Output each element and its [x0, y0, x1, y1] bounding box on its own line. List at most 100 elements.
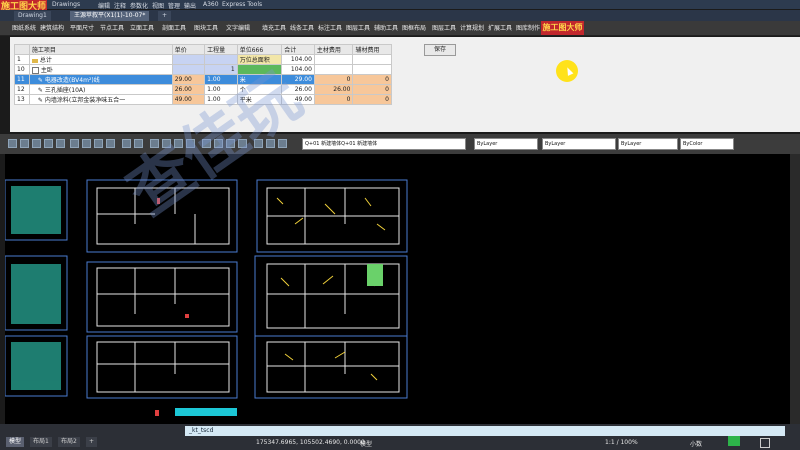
expand-icon[interactable] — [31, 67, 39, 74]
plugin-menu-line-tools[interactable]: 线条工具 — [290, 24, 314, 33]
match-properties-icon[interactable] — [106, 139, 115, 148]
header-price[interactable]: 单价 — [171, 44, 206, 55]
aux-material-cell[interactable]: 0 — [352, 84, 392, 95]
coordinate-readout: 175347.6965, 105502.4690, 0.0000 — [256, 439, 365, 446]
row-number: 1 — [14, 54, 30, 65]
menu-item-output[interactable]: 输出 — [184, 1, 196, 10]
main-material-cell[interactable] — [313, 54, 354, 65]
menu-item-manage[interactable]: 管理 — [168, 1, 180, 10]
quantity-cell[interactable] — [204, 54, 238, 65]
pencil-icon: ✎ — [37, 87, 43, 94]
plugin-menu-drawing-system[interactable]: 图纸系统 — [12, 24, 36, 33]
annotation-scale[interactable]: 1:1 / 100% — [605, 439, 638, 446]
print-icon[interactable] — [44, 139, 53, 148]
save-icon[interactable] — [32, 139, 41, 148]
command-text: _kt_tscd — [189, 427, 214, 434]
plugin-menu-aux-tools[interactable]: 辅助工具 — [374, 24, 398, 33]
price-cell[interactable] — [171, 64, 206, 75]
main-material-cell[interactable]: 0 — [313, 94, 354, 105]
plugin-menu-section-tools[interactable]: 剖面工具 — [162, 24, 186, 33]
plugin-menu-text-edit[interactable]: 文字编辑 — [226, 24, 250, 33]
table-row[interactable]: 10 主卧 1 104.00 — [14, 64, 392, 75]
open-icon[interactable] — [20, 139, 29, 148]
paste-icon[interactable] — [94, 139, 103, 148]
tab-add-layout[interactable]: + — [86, 437, 98, 447]
plugin-menu-extend-tools[interactable]: 扩展工具 — [488, 24, 512, 33]
header-main-material[interactable]: 主材费用 — [313, 44, 354, 55]
row-number: 13 — [14, 94, 30, 105]
menu-item-a360[interactable]: A360 — [203, 1, 219, 8]
total-cell: 104.00 — [281, 54, 315, 65]
plot-style-dropdown[interactable]: ByColor — [680, 138, 734, 150]
sync-status-icon[interactable] — [728, 436, 740, 446]
plugin-menu-frame-layout[interactable]: 图框布局 — [402, 24, 426, 33]
row-number: 10 — [14, 64, 30, 75]
plugin-menu-elevation-tools[interactable]: 立面工具 — [130, 24, 154, 33]
plugin-menu-building-structure[interactable]: 建筑结构 — [40, 24, 64, 33]
header-row-number — [14, 44, 30, 55]
pencil-icon: ✎ — [37, 97, 43, 104]
aux-material-cell[interactable] — [352, 54, 392, 65]
plugin-menu-plan-dimension[interactable]: 平面尺寸 — [70, 24, 94, 33]
aux-material-cell[interactable]: 0 — [352, 74, 392, 85]
header-quantity[interactable]: 工程量 — [204, 44, 238, 55]
save-button[interactable]: 保存 — [424, 44, 456, 56]
main-material-cell[interactable] — [313, 64, 354, 75]
price-cell[interactable]: 29.00 — [171, 74, 206, 85]
plugin-menu-layer-tools-1[interactable]: 图层工具 — [346, 24, 370, 33]
copy-icon[interactable] — [82, 139, 91, 148]
vertical-scrollbar[interactable] — [790, 154, 800, 424]
tab-drawing1[interactable]: Drawing1 — [14, 11, 51, 21]
tab-layout2[interactable]: 布局2 — [58, 437, 80, 447]
menu-item-view[interactable]: 视图 — [152, 1, 164, 10]
header-total[interactable]: 合计 — [281, 44, 315, 55]
table-row-selected[interactable]: 11 ✎ 电器改造(BV4m²)线 29.00 1.00 米 29.00 0 0 — [14, 74, 392, 85]
drawing-canvas[interactable]: 查佳玩 — [5, 60, 790, 424]
plugin-menu-layer-tools-2[interactable]: 图层工具 — [432, 24, 456, 33]
plugin-menu-node-tools[interactable]: 节点工具 — [100, 24, 124, 33]
lineweight-dropdown[interactable]: ByLayer — [618, 138, 678, 150]
row-number: 11 — [14, 74, 30, 85]
tab-model[interactable]: 模型 — [6, 437, 25, 447]
price-cell[interactable] — [171, 54, 206, 65]
header-aux-material[interactable]: 辅材费用 — [352, 44, 392, 55]
linetype-dropdown[interactable]: ByLayer — [542, 138, 616, 150]
table-row[interactable]: 1 总计 万位总面积 104.00 — [14, 54, 392, 65]
menu-item-edit[interactable]: 编辑 — [98, 1, 110, 10]
menu-item-parametric[interactable]: 参数化 — [130, 1, 148, 10]
preview-icon[interactable] — [56, 139, 65, 148]
cut-icon[interactable] — [70, 139, 79, 148]
menu-item-annotate[interactable]: 注释 — [114, 1, 126, 10]
folder-icon — [31, 58, 38, 63]
plugin-menu-calc-plan[interactable]: 计算规划 — [460, 24, 484, 33]
units-label[interactable]: 小数 — [690, 439, 702, 448]
tab-current-drawing[interactable]: 王源苹叙平(X1(1)-10-07* — [70, 11, 150, 21]
menu-item-express-tools[interactable]: Express Tools — [222, 1, 262, 8]
aux-material-cell[interactable]: 0 — [352, 94, 392, 105]
brand-button[interactable]: 施工图大师 — [541, 21, 584, 35]
layer-dropdown[interactable]: Q+01 新建墙体Q+01 新建墙体 — [302, 138, 466, 150]
model-space-label[interactable]: 模型 — [360, 439, 372, 448]
main-material-cell[interactable]: 0 — [313, 74, 354, 85]
plugin-menu-block-tools[interactable]: 图块工具 — [194, 24, 218, 33]
main-material-cell[interactable]: 26.00 — [313, 84, 354, 95]
new-icon[interactable] — [8, 139, 17, 148]
table-header-row: 施工项目 单价 工程量 单位666 合计 主材费用 辅材费用 — [14, 44, 392, 55]
floor-plan-drawings — [5, 179, 408, 416]
tab-new-button[interactable]: + — [158, 11, 172, 21]
header-item[interactable]: 施工项目 — [28, 44, 173, 55]
aux-material-cell[interactable] — [352, 64, 392, 75]
item-label: 总计 — [39, 57, 52, 64]
total-cell: 104.00 — [281, 64, 315, 75]
row-number: 12 — [14, 84, 30, 95]
item-name: 主卧 — [28, 64, 173, 75]
tab-layout1[interactable]: 布局1 — [30, 437, 52, 447]
color-dropdown[interactable]: ByLayer — [474, 138, 538, 150]
plugin-menu-hatch-tools[interactable]: 填充工具 — [262, 24, 286, 33]
menu-item-drawings[interactable]: Drawings — [52, 1, 80, 8]
plugin-menu-library[interactable]: 图库制作 — [516, 24, 540, 33]
command-line[interactable]: _kt_tscd — [185, 426, 785, 436]
customize-icon[interactable] — [760, 438, 770, 448]
item-name: ✎ 电器改造(BV4m²)线 — [28, 74, 173, 85]
plugin-menu-dimension-tools[interactable]: 标注工具 — [318, 24, 342, 33]
